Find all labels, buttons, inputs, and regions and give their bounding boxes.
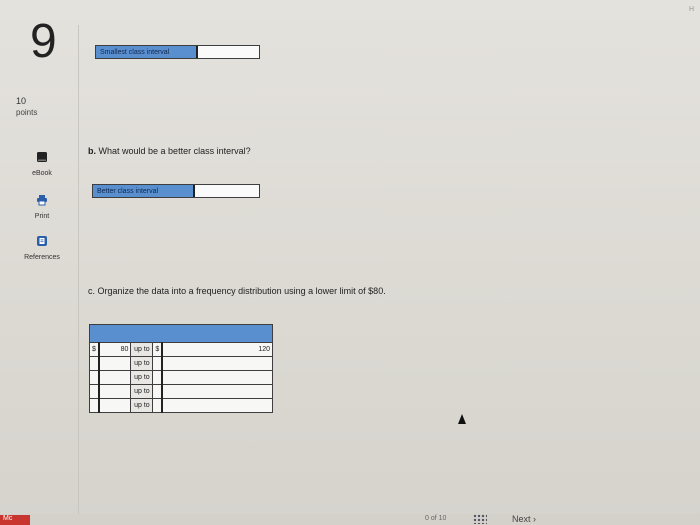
currency-cell: [88, 384, 100, 399]
points-label: points: [16, 108, 38, 117]
corner-text: H: [688, 6, 694, 13]
upper-limit-input[interactable]: [161, 356, 274, 371]
book-icon: [12, 150, 72, 168]
part-b-prompt: What would be a better class interval?: [98, 146, 251, 156]
table-row: $ 80 up to $ 120: [88, 342, 274, 357]
lower-limit-input[interactable]: [97, 370, 132, 385]
frequency-table: $ 80 up to $ 120 up to up to up to up to: [88, 324, 274, 413]
currency-cell: $: [152, 342, 163, 357]
upper-limit-input[interactable]: [161, 384, 274, 399]
part-b-letter: b.: [88, 146, 96, 156]
table-row: up to: [88, 384, 274, 399]
page-indicator: 0 of 10: [425, 515, 447, 522]
table-row: up to: [88, 370, 274, 385]
smallest-class-interval-label: Smallest class interval: [96, 46, 196, 58]
screen: H 9 10 points eBook Print References Sma…: [0, 0, 700, 525]
next-label: Next: [512, 514, 531, 524]
chevron-right-icon: ›: [533, 514, 537, 524]
up-to-label: up to: [130, 370, 154, 385]
bottom-bar: [0, 514, 700, 525]
print-label: Print: [34, 213, 50, 220]
table-row: up to: [88, 356, 274, 371]
grid-icon[interactable]: [473, 514, 487, 524]
lower-limit-input[interactable]: [97, 384, 132, 399]
upper-limit-input[interactable]: [161, 370, 274, 385]
part-b-question: b. What would be a better class interval…: [88, 146, 251, 156]
smallest-class-interval-input[interactable]: [196, 46, 259, 58]
ebook-button[interactable]: eBook: [12, 150, 72, 177]
better-class-interval-label: Better class interval: [93, 185, 193, 197]
up-to-label: up to: [130, 356, 154, 371]
currency-cell: [152, 370, 163, 385]
question-number: 9: [30, 15, 57, 68]
currency-cell: [152, 384, 163, 399]
references-label: References: [24, 254, 60, 261]
upper-limit-input[interactable]: [161, 398, 274, 413]
ebook-label: eBook: [32, 170, 52, 177]
part-c-prompt: Organize the data into a frequency distr…: [97, 286, 386, 296]
references-icon: [12, 234, 72, 252]
next-button[interactable]: Next ›: [512, 514, 536, 524]
currency-cell: [88, 370, 100, 385]
part-c-letter: c.: [88, 286, 96, 296]
printer-icon: [12, 193, 72, 211]
currency-cell: [152, 356, 163, 371]
table-header-row: [89, 324, 273, 343]
upper-limit-input[interactable]: 120: [161, 342, 274, 357]
currency-cell: [88, 356, 100, 371]
lower-limit-input[interactable]: 80: [97, 342, 132, 357]
currency-cell: [152, 398, 163, 413]
print-button[interactable]: Print: [12, 193, 72, 220]
currency-cell: $: [88, 342, 100, 357]
references-button[interactable]: References: [12, 234, 72, 261]
part-c-question: c. Organize the data into a frequency di…: [88, 286, 386, 296]
mc-logo: Mc: [0, 515, 30, 525]
table-row: up to: [88, 398, 274, 413]
better-class-interval-field: Better class interval: [92, 184, 260, 198]
up-to-label: up to: [130, 384, 154, 399]
lower-limit-input[interactable]: [97, 398, 132, 413]
up-to-label: up to: [130, 342, 154, 357]
better-class-interval-input[interactable]: [193, 185, 259, 197]
smallest-class-interval-field: Smallest class interval: [95, 45, 260, 59]
table-header: [89, 324, 273, 343]
mouse-cursor-icon: [458, 414, 466, 424]
points-value: 10: [16, 96, 27, 106]
lower-limit-input[interactable]: [97, 356, 132, 371]
sidebar-divider: [78, 25, 79, 515]
currency-cell: [88, 398, 100, 413]
up-to-label: up to: [130, 398, 154, 413]
